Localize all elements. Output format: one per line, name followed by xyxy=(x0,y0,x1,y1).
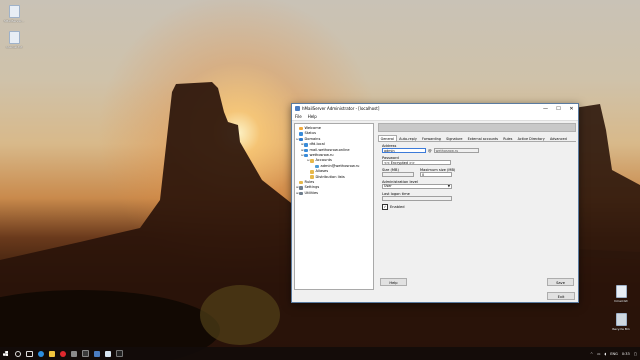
desktop-icon-openssl[interactable]: openssl.txt xyxy=(3,31,25,49)
admin-level-label: Administration level xyxy=(382,180,418,184)
password-input[interactable]: << Encrypted >> xyxy=(382,160,451,165)
globe-icon xyxy=(304,143,308,147)
folder-icon xyxy=(310,170,314,174)
gear-icon xyxy=(299,186,303,190)
menu-bar: File Help xyxy=(292,113,578,121)
search-icon[interactable] xyxy=(14,350,21,357)
save-button[interactable]: Save xyxy=(547,278,574,286)
close-button[interactable]: ✕ xyxy=(565,104,578,113)
notification-icon[interactable]: ▢ xyxy=(634,352,637,356)
enabled-checkbox[interactable]: ✓ xyxy=(382,204,388,210)
tree-item-utilities[interactable]: ⊞ Utilities xyxy=(296,191,372,196)
admin-level-select[interactable]: User ▼ xyxy=(382,184,452,189)
terminal-icon[interactable] xyxy=(81,350,89,357)
welcome-icon xyxy=(299,126,303,131)
network-icon[interactable]: ▭ xyxy=(597,352,600,356)
at-sign: @ xyxy=(428,148,432,153)
text-file-icon xyxy=(615,285,627,298)
desktop-icon-label: openssl.txt xyxy=(5,45,23,49)
task-view-icon[interactable] xyxy=(25,350,33,357)
maximize-button[interactable]: ☐ xyxy=(552,104,565,113)
account-details-pane: General Auto-reply Forwarding Signature … xyxy=(378,123,576,290)
globe-icon xyxy=(304,153,308,158)
minimize-button[interactable]: — xyxy=(539,104,552,113)
chevron-down-icon: ▼ xyxy=(447,184,450,188)
admin-level-value: User xyxy=(384,184,392,188)
opera-icon[interactable] xyxy=(59,350,66,357)
main-content: Welcome Status ⊟ Domains ⊞ dfd.local ⊞ mail… xyxy=(294,123,576,290)
tools-icon xyxy=(299,191,303,196)
folder-icon xyxy=(310,159,314,163)
menu-help[interactable]: Help xyxy=(305,114,320,119)
domain-field: wethosrow.ru xyxy=(433,148,479,153)
desktop-icon-label: hmail.txt xyxy=(614,299,628,303)
header-bar xyxy=(378,123,576,132)
address-input[interactable]: admin xyxy=(382,148,426,153)
clock[interactable]: 0:33 xyxy=(622,352,630,356)
status-icon xyxy=(299,132,303,136)
recycle-bin-icon xyxy=(615,313,627,326)
max-size-label: Maximum size (MB) xyxy=(420,168,456,172)
notepad-icon[interactable] xyxy=(104,350,111,357)
title-bar[interactable]: hMailServer Administrator - [localhost] … xyxy=(292,104,578,113)
hmailserver-admin-window: hMailServer Administrator - [localhost] … xyxy=(291,103,579,303)
enabled-label: Enabled xyxy=(390,205,405,209)
user-icon xyxy=(315,164,319,169)
desktop-icon-label: Recycle Bin xyxy=(612,327,630,331)
window-title: hMailServer Administrator - [localhost] xyxy=(302,106,380,111)
cmd-icon[interactable] xyxy=(115,350,123,357)
desktop-icon-hmail-txt[interactable]: hmail.txt xyxy=(610,285,632,303)
domains-icon xyxy=(299,137,303,142)
folder-icon xyxy=(310,175,314,179)
globe-icon xyxy=(304,148,308,152)
edge-icon[interactable] xyxy=(37,350,44,357)
navigation-tree: Welcome Status ⊟ Domains ⊞ dfd.local ⊞ mail… xyxy=(294,123,374,290)
taskbar: ^ ▭ ◖ ENG 0:33 ▢ xyxy=(0,347,640,360)
folder-icon xyxy=(299,180,303,185)
size-field xyxy=(382,172,414,177)
desktop-icon-recycle-bin[interactable]: Recycle Bin xyxy=(610,313,632,331)
desktop-icon-app[interactable]: hMailServer... xyxy=(3,5,25,23)
windows-start-icon[interactable] xyxy=(3,351,8,356)
help-button[interactable]: Help xyxy=(380,278,407,286)
last-logon-field xyxy=(382,196,452,201)
app-icon xyxy=(295,106,300,111)
file-explorer-icon[interactable] xyxy=(48,350,55,357)
language-indicator[interactable]: ENG xyxy=(610,352,618,356)
volume-icon[interactable]: ◖ xyxy=(604,352,606,356)
windows-security-icon[interactable] xyxy=(70,350,77,357)
menu-file[interactable]: File xyxy=(292,114,305,119)
text-file-icon xyxy=(8,31,20,44)
app-icon xyxy=(8,5,20,18)
hmailserver-taskbar-icon[interactable] xyxy=(93,350,100,357)
max-size-input[interactable]: 0 xyxy=(420,172,452,177)
chevron-up-icon[interactable]: ^ xyxy=(590,352,593,356)
general-form: Address admin @ wethosrow.ru Password <<… xyxy=(382,141,572,210)
exit-button[interactable]: Exit xyxy=(547,292,575,300)
system-tray: ^ ▭ ◖ ENG 0:33 ▢ xyxy=(590,352,640,356)
desktop-icon-label: hMailServer... xyxy=(3,19,25,23)
